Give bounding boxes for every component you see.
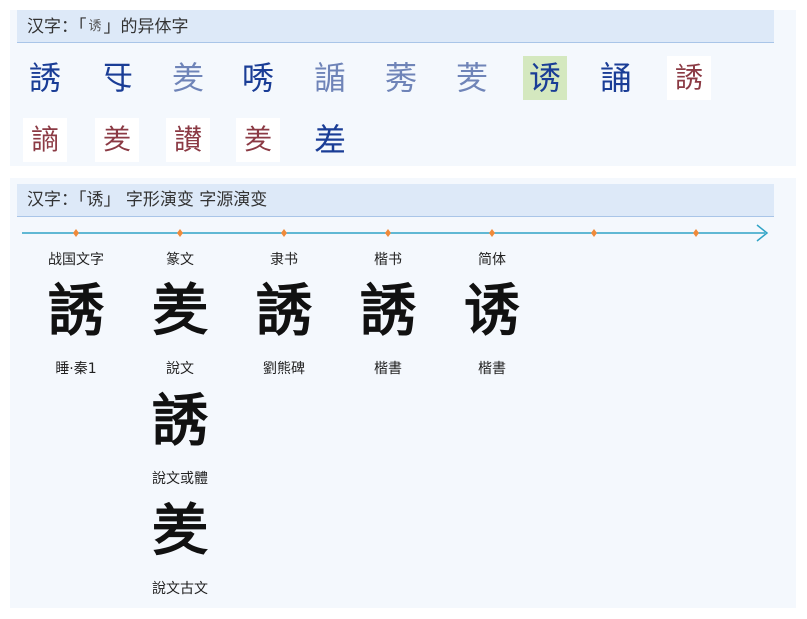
variant-glyph[interactable]: 誦 [594, 56, 638, 100]
title-glyph: 诱 [86, 190, 104, 210]
variant-glyph[interactable]: 羑 [166, 56, 210, 100]
source-label: 說文 [166, 361, 194, 377]
variants-panel-title: 汉字：「诱」的异体字 [17, 10, 774, 43]
evolution-panel-title: 汉字：「诱」 字形演变 字源演变 [17, 184, 774, 217]
variant-glyph[interactable]: 㸦 [95, 56, 139, 100]
source-label: 楷書 [374, 361, 402, 377]
era-label: 隶书 [270, 252, 298, 268]
variant-glyph[interactable]: 羐 [450, 56, 494, 100]
timeline-marker [281, 229, 287, 237]
variant-glyph[interactable]: 䛻 [308, 56, 352, 100]
title-glyph: 诱 [88, 19, 102, 34]
variant-glyph[interactable]: 差 [308, 118, 352, 162]
timeline-marker [73, 229, 79, 237]
source-label: 睡·秦1 [55, 361, 97, 377]
era-label: 简体 [478, 252, 506, 268]
era-label: 楷书 [374, 252, 402, 268]
title-suffix: 」的异体字 [103, 17, 189, 37]
timeline-marker [693, 229, 699, 237]
variant-glyph[interactable]: 诱 [523, 56, 567, 100]
variant-glyph[interactable]: 誘 [667, 56, 711, 100]
variant-glyph[interactable]: 莠 [379, 56, 423, 100]
variant-glyph[interactable]: 羑 [236, 118, 280, 162]
variant-glyph[interactable]: 羑 [95, 118, 139, 162]
timeline-marker [177, 229, 183, 237]
title-suffix: 」 字形演变 字源演变 [103, 190, 268, 210]
title-prefix: 汉字：「 [27, 17, 87, 37]
evolution-glyph[interactable]: 诱 [447, 276, 537, 346]
era-label: 战国文字 [48, 252, 104, 268]
variant-glyph[interactable]: 誘 [23, 56, 67, 100]
source-label: 楷書 [478, 361, 506, 377]
timeline-marker [385, 229, 391, 237]
evolution-panel: 汉字：「诱」 字形演变 字源演变 战国文字 篆文 隶书 楷书 简体誘睡·秦1 羑說文誘說文… [10, 178, 796, 608]
evolution-glyph[interactable]: 誘 [239, 276, 329, 346]
variant-glyph[interactable]: 讃 [166, 118, 210, 162]
source-label: 劉熊碑 [263, 361, 305, 377]
era-label: 篆文 [166, 252, 194, 268]
timeline-marker [489, 229, 495, 237]
variants-panel: 汉字：「诱」的异体字 誘㸦羑唀䛻莠羐诱誦誘謪羑讃羑差 [10, 10, 796, 166]
timeline-marker [591, 229, 597, 237]
variant-glyph[interactable]: 唀 [236, 56, 280, 100]
title-prefix: 汉字：「 [27, 190, 87, 210]
source-label: 說文或體 [152, 471, 208, 487]
source-label: 說文古文 [152, 581, 208, 597]
timeline [22, 224, 769, 242]
evolution-glyph[interactable]: 羑 [135, 276, 225, 346]
variant-glyph[interactable]: 謪 [23, 118, 67, 162]
evolution-glyph[interactable]: 羑 [135, 496, 225, 566]
evolution-glyph[interactable]: 誘 [135, 386, 225, 456]
evolution-glyph[interactable]: 誘 [31, 276, 121, 346]
evolution-glyph[interactable]: 誘 [343, 276, 433, 346]
